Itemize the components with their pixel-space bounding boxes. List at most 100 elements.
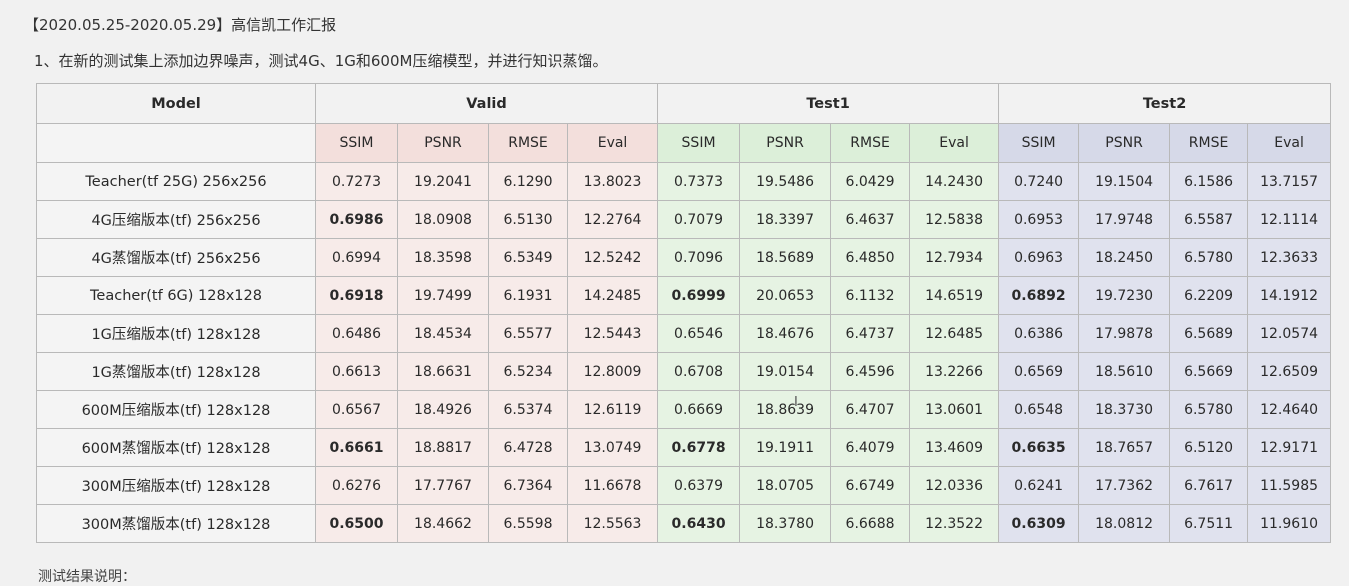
- valid-metric-cell: 18.4534: [397, 314, 489, 353]
- metric-header: SSIM: [657, 123, 741, 163]
- group-header-row: Model Valid Test1 Test2: [36, 83, 1332, 124]
- model-name-cell: 1G压缩版本(tf) 128x128: [36, 314, 316, 353]
- model-name-cell: 600M压缩版本(tf) 128x128: [36, 390, 316, 429]
- test1-metric-cell: 13.0601: [909, 390, 1000, 429]
- test1-metric-cell: 0.6999: [657, 276, 741, 315]
- valid-metric-cell: 6.1290: [488, 162, 568, 201]
- valid-metric-cell: 0.6994: [315, 238, 398, 277]
- test2-metric-cell: 0.6386: [998, 314, 1080, 353]
- model-name-cell: 1G蒸馏版本(tf) 128x128: [36, 352, 316, 391]
- results-table-container: Model Valid Test1 Test2 SSIM PSNR RMSE E…: [36, 83, 1332, 543]
- test2-metric-cell: 17.7362: [1078, 466, 1171, 505]
- test2-metric-cell: 6.1586: [1169, 162, 1249, 201]
- test1-metric-cell: 19.0154: [739, 352, 832, 391]
- metric-header: PSNR: [739, 123, 832, 163]
- test1-metric-cell: 18.3780: [739, 504, 832, 543]
- valid-metric-cell: 6.5234: [488, 352, 568, 391]
- metric-header: PSNR: [1078, 123, 1171, 163]
- results-table: Model Valid Test1 Test2 SSIM PSNR RMSE E…: [36, 83, 1332, 543]
- test1-metric-cell: 6.4596: [830, 352, 911, 391]
- valid-metric-cell: 0.6986: [315, 200, 398, 239]
- valid-metric-cell: 12.8009: [566, 352, 659, 391]
- test2-metric-cell: 18.2450: [1078, 238, 1171, 277]
- test2-metric-cell: 6.5780: [1169, 238, 1249, 277]
- task-description: 1、在新的测试集上添加边界噪声，测试4G、1G和600M压缩模型，并进行知识蒸馏…: [34, 52, 608, 70]
- table-row: 600M压缩版本(tf) 128x128 0.6567 18.4926 6.5374 1…: [36, 390, 1332, 429]
- test1-metric-cell: 18.4676: [739, 314, 832, 353]
- metric-header: RMSE: [1169, 123, 1249, 163]
- model-name-cell: 4G压缩版本(tf) 256x256: [36, 200, 316, 239]
- test1-metric-cell: 14.2430: [909, 162, 1000, 201]
- test1-metric-cell: 18.5689: [739, 238, 832, 277]
- test2-metric-cell: 0.6241: [998, 466, 1080, 505]
- valid-metric-cell: 6.1931: [488, 276, 568, 315]
- valid-metric-cell: 18.6631: [397, 352, 489, 391]
- table-row: 1G压缩版本(tf) 128x128 0.6486 18.4534 6.5577 12.…: [36, 314, 1332, 353]
- valid-metric-cell: 6.4728: [488, 428, 568, 467]
- test1-metric-cell: 13.4609: [909, 428, 1000, 467]
- test1-metric-cell: 6.4707: [830, 390, 911, 429]
- valid-metric-cell: 12.2764: [566, 200, 659, 239]
- test1-metric-cell: 6.1132: [830, 276, 911, 315]
- test1-metric-cell: 0.7373: [657, 162, 741, 201]
- test2-metric-cell: 6.5780: [1169, 390, 1249, 429]
- test2-metric-cell: 17.9748: [1078, 200, 1171, 239]
- table-row: 300M蒸馏版本(tf) 128x128 0.6500 18.4662 6.5598 1…: [36, 504, 1332, 543]
- test1-metric-cell: 18.8639: [739, 390, 832, 429]
- valid-metric-cell: 12.5563: [566, 504, 659, 543]
- valid-metric-cell: 18.0908: [397, 200, 489, 239]
- test2-metric-cell: 6.2209: [1169, 276, 1249, 315]
- test2-metric-cell: 17.9878: [1078, 314, 1171, 353]
- test2-metric-cell: 12.3633: [1247, 238, 1332, 277]
- model-name-cell: Teacher(tf 6G) 128x128: [36, 276, 316, 315]
- test1-metric-cell: 0.6546: [657, 314, 741, 353]
- test2-metric-cell: 13.7157: [1247, 162, 1332, 201]
- test1-metric-cell: 0.7096: [657, 238, 741, 277]
- valid-metric-cell: 6.5577: [488, 314, 568, 353]
- group-header-test2: Test2: [998, 83, 1332, 124]
- test1-metric-cell: 18.3397: [739, 200, 832, 239]
- test2-metric-cell: 0.6963: [998, 238, 1080, 277]
- metric-header: SSIM: [315, 123, 398, 163]
- metric-header: Eval: [909, 123, 1000, 163]
- test1-metric-cell: 6.4850: [830, 238, 911, 277]
- test1-metric-cell: 12.5838: [909, 200, 1000, 239]
- model-header: Model: [36, 83, 316, 124]
- test2-metric-cell: 0.7240: [998, 162, 1080, 201]
- valid-metric-cell: 6.7364: [488, 466, 568, 505]
- valid-metric-cell: 6.5598: [488, 504, 568, 543]
- valid-metric-cell: 12.5443: [566, 314, 659, 353]
- metric-header: Eval: [1247, 123, 1332, 163]
- test2-metric-cell: 6.5669: [1169, 352, 1249, 391]
- metric-header-row: SSIM PSNR RMSE Eval SSIM PSNR RMSE Eval …: [36, 123, 1332, 163]
- test2-metric-cell: 18.3730: [1078, 390, 1171, 429]
- test1-metric-cell: 0.6669: [657, 390, 741, 429]
- valid-metric-cell: 0.6276: [315, 466, 398, 505]
- test2-metric-cell: 18.5610: [1078, 352, 1171, 391]
- table-row: 4G压缩版本(tf) 256x256 0.6986 18.0908 6.5130 12.…: [36, 200, 1332, 239]
- valid-metric-cell: 18.4926: [397, 390, 489, 429]
- table-row: 1G蒸馏版本(tf) 128x128 0.6613 18.6631 6.5234 12.…: [36, 352, 1332, 391]
- test1-metric-cell: 18.0705: [739, 466, 832, 505]
- test2-metric-cell: 6.7617: [1169, 466, 1249, 505]
- test1-metric-cell: 12.0336: [909, 466, 1000, 505]
- valid-metric-cell: 6.5349: [488, 238, 568, 277]
- text-cursor-icon: I: [794, 395, 798, 410]
- table-row: Teacher(tf 6G) 128x128 0.6918 19.7499 6.193…: [36, 276, 1332, 315]
- test1-metric-cell: 6.0429: [830, 162, 911, 201]
- metric-header: SSIM: [998, 123, 1080, 163]
- model-name-cell: 4G蒸馏版本(tf) 256x256: [36, 238, 316, 277]
- valid-metric-cell: 17.7767: [397, 466, 489, 505]
- test1-metric-cell: 0.6379: [657, 466, 741, 505]
- valid-metric-cell: 0.6567: [315, 390, 398, 429]
- valid-metric-cell: 6.5130: [488, 200, 568, 239]
- test1-metric-cell: 6.4637: [830, 200, 911, 239]
- test2-metric-cell: 14.1912: [1247, 276, 1332, 315]
- test2-metric-cell: 19.1504: [1078, 162, 1171, 201]
- group-header-test1: Test1: [657, 83, 1000, 124]
- table-row: 600M蒸馏版本(tf) 128x128 0.6661 18.8817 6.4728 1…: [36, 428, 1332, 467]
- metric-header: RMSE: [830, 123, 911, 163]
- test1-metric-cell: 0.6708: [657, 352, 741, 391]
- test1-metric-cell: 0.6430: [657, 504, 741, 543]
- test2-metric-cell: 11.9610: [1247, 504, 1332, 543]
